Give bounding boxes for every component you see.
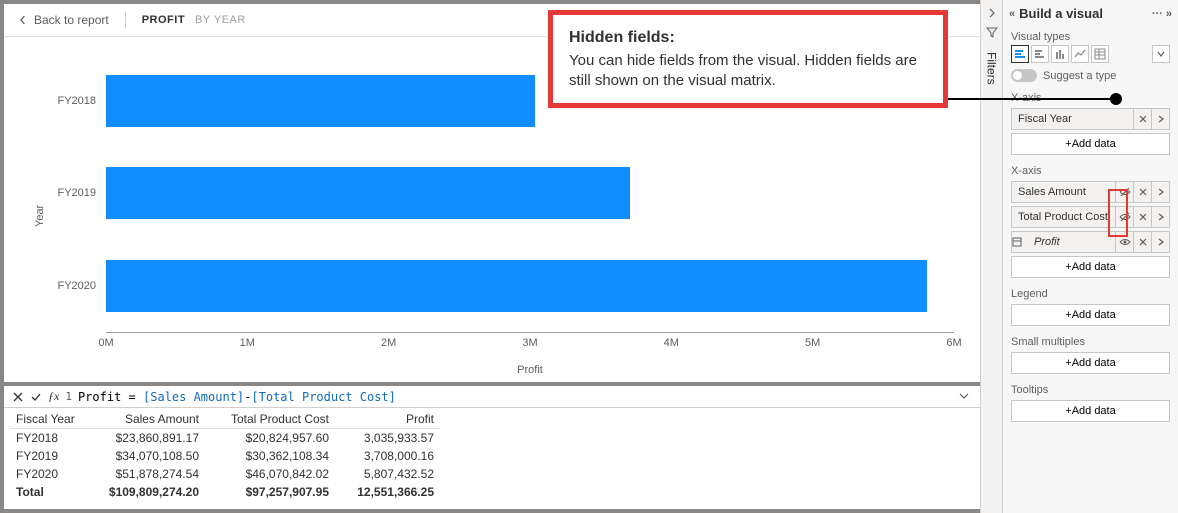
formula-expand-icon[interactable] (958, 390, 970, 402)
bar-fy2018[interactable] (106, 75, 535, 127)
field-menu-icon[interactable] (1151, 109, 1169, 129)
commit-icon[interactable] (30, 391, 42, 403)
callout-title: Hidden fields: (569, 27, 927, 49)
breadcrumb-profit[interactable]: PROFIT (142, 14, 185, 26)
bar-row-fy2020: FY2020 (50, 240, 954, 332)
formula-bar[interactable]: ƒx 1 Profit = [Sales Amount]-[Total Prod… (4, 386, 980, 408)
pane-title: Build a visual (1015, 6, 1152, 21)
col-header-profit[interactable]: Profit (335, 410, 440, 429)
line-number: 1 (65, 390, 72, 403)
field-total-product-cost[interactable]: Total Product Cost (1011, 206, 1170, 228)
field-profit[interactable]: Profit (1011, 231, 1170, 253)
well-label-small-multiples: Small multiples (1003, 332, 1178, 350)
add-data-button[interactable]: +Add data (1011, 352, 1170, 374)
table-total-row: Total $109,809,274.20 $97,257,907.95 12,… (10, 483, 974, 501)
filters-pane-collapsed[interactable]: Filters (980, 0, 1002, 513)
x-tick: 2M (381, 337, 396, 349)
well-label-tooltips: Tooltips (1003, 380, 1178, 398)
x-axis-title: Profit (106, 364, 954, 376)
field-fiscal-year[interactable]: Fiscal Year (1011, 108, 1170, 130)
callout-connector-dot (1110, 93, 1122, 105)
add-data-button[interactable]: +Add data (1011, 400, 1170, 422)
visual-types-label: Visual types (1003, 27, 1178, 45)
x-tick: 3M (522, 337, 537, 349)
well-label-xaxis-2: X-axis (1003, 161, 1178, 179)
viz-column-icon[interactable] (1051, 45, 1069, 63)
viz-line-icon[interactable] (1071, 45, 1089, 63)
remove-field-icon[interactable] (1133, 207, 1151, 227)
table-header-row: Fiscal Year Sales Amount Total Product C… (10, 410, 974, 429)
data-table-region: ƒx 1 Profit = [Sales Amount]-[Total Prod… (4, 382, 980, 509)
table-row[interactable]: FY2019 $34,070,108.50 $30,362,108.34 3,7… (10, 447, 974, 465)
remove-field-icon[interactable] (1133, 232, 1151, 252)
field-sales-amount[interactable]: Sales Amount (1011, 181, 1170, 203)
suggest-label: Suggest a type (1043, 70, 1116, 82)
expand-filters-icon[interactable] (987, 8, 997, 18)
viz-table-icon[interactable] (1091, 45, 1109, 63)
show-field-icon[interactable] (1115, 232, 1133, 252)
filter-icon (986, 26, 998, 38)
x-tick: 0M (98, 337, 113, 349)
add-data-button[interactable]: +Add data (1011, 256, 1170, 278)
add-data-button[interactable]: +Add data (1011, 133, 1170, 155)
viz-clustered-bar-icon[interactable] (1031, 45, 1049, 63)
y-axis-title: Year (30, 55, 50, 376)
suggest-toggle[interactable] (1011, 69, 1037, 82)
table-row[interactable]: FY2018 $23,860,891.17 $20,824,957.60 3,0… (10, 429, 974, 447)
viz-expand-icon[interactable] (1152, 45, 1170, 63)
well-label-legend: Legend (1003, 284, 1178, 302)
pane-header: « Build a visual ··· » (1003, 0, 1178, 27)
well-small-multiples: +Add data (1003, 350, 1178, 380)
fx-icon[interactable]: ƒx (48, 389, 59, 404)
annotation-callout: Hidden fields: You can hide fields from … (548, 10, 948, 108)
category-label: FY2019 (50, 187, 96, 199)
formula-text[interactable]: Profit = [Sales Amount]-[Total Product C… (78, 390, 396, 404)
table-row[interactable]: FY2020 $51,878,274.54 $46,070,842.02 5,8… (10, 465, 974, 483)
callout-body: You can hide fields from the visual. Hid… (569, 51, 927, 92)
separator (125, 12, 126, 28)
well-tooltips: +Add data (1003, 398, 1178, 428)
x-tick: 4M (664, 337, 679, 349)
pane-more-icon[interactable]: ··· » (1152, 8, 1172, 20)
x-tick: 5M (805, 337, 820, 349)
remove-field-icon[interactable] (1133, 182, 1151, 202)
well-xaxis-2: Sales Amount Total Product Cost Profit +… (1003, 179, 1178, 284)
col-header-cost[interactable]: Total Product Cost (205, 410, 335, 429)
data-table: Fiscal Year Sales Amount Total Product C… (4, 408, 980, 509)
col-header-sales[interactable]: Sales Amount (85, 410, 205, 429)
filters-label: Filters (985, 52, 999, 85)
callout-connector-line (948, 98, 1116, 100)
breadcrumb-by-year[interactable]: BY YEAR (195, 14, 246, 26)
back-to-report-button[interactable]: Back to report (18, 13, 109, 27)
build-visual-pane: « Build a visual ··· » Visual types Sugg… (1002, 0, 1178, 513)
measure-icon (1012, 237, 1028, 247)
add-data-button[interactable]: +Add data (1011, 304, 1170, 326)
field-menu-icon[interactable] (1151, 232, 1169, 252)
field-menu-icon[interactable] (1151, 182, 1169, 202)
x-tick: 1M (240, 337, 255, 349)
hide-field-icon[interactable] (1115, 182, 1133, 202)
chevron-left-icon (18, 15, 28, 25)
well-xaxis: Fiscal Year +Add data (1003, 106, 1178, 161)
col-header-fy[interactable]: Fiscal Year (10, 410, 85, 429)
suggest-type-row: Suggest a type (1003, 67, 1178, 88)
x-tick: 6M (946, 337, 961, 349)
visual-types-row (1003, 45, 1178, 67)
well-label-xaxis: X-axis (1003, 88, 1178, 106)
category-label: FY2018 (50, 95, 96, 107)
category-label: FY2020 (50, 280, 96, 292)
bar-fy2020[interactable] (106, 260, 927, 312)
bar-fy2019[interactable] (106, 167, 630, 219)
remove-field-icon[interactable] (1133, 109, 1151, 129)
well-legend: +Add data (1003, 302, 1178, 332)
field-menu-icon[interactable] (1151, 207, 1169, 227)
hide-field-icon[interactable] (1115, 207, 1133, 227)
bar-row-fy2019: FY2019 (50, 147, 954, 239)
cancel-icon[interactable] (12, 391, 24, 403)
back-label: Back to report (34, 13, 109, 27)
x-axis: 0M 1M 2M 3M 4M 5M 6M (106, 332, 954, 362)
viz-stacked-bar-icon[interactable] (1011, 45, 1029, 63)
